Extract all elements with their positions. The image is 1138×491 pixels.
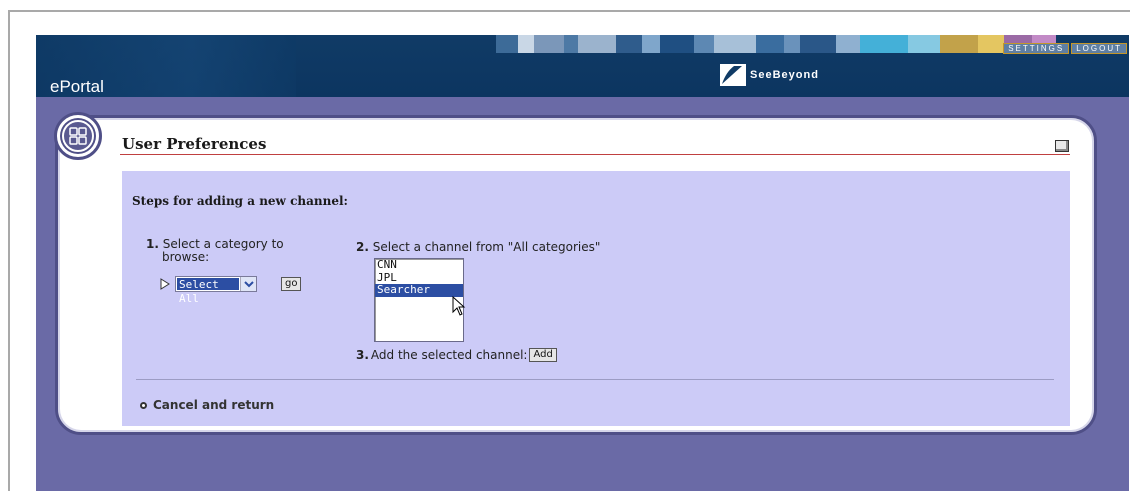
- step2-label: 2. Select a channel from "All categories…: [356, 240, 600, 254]
- settings-link[interactable]: SETTINGS: [1003, 43, 1070, 54]
- category-select[interactable]: Select All: [175, 276, 257, 305]
- header-stripe: [908, 35, 940, 53]
- channel-option-cnn[interactable]: CNN: [375, 258, 463, 272]
- header-stripe: [496, 35, 518, 53]
- grid-menu-icon[interactable]: [54, 112, 102, 160]
- header-stripe: [660, 35, 694, 53]
- app-header: ePortal SeeBeyond SETTINGS LOGOUT: [36, 35, 1129, 97]
- title-underline: [120, 154, 1070, 155]
- header-stripe: [836, 35, 860, 53]
- step3-label: 3. Add the selected channel: Add: [356, 348, 557, 362]
- channel-form: [122, 171, 1070, 426]
- minimize-icon[interactable]: [1055, 140, 1069, 152]
- header-stripe: [616, 35, 642, 53]
- form-divider: [136, 379, 1054, 380]
- brand-name: SeeBeyond: [750, 69, 819, 81]
- header-stripe: [714, 35, 756, 53]
- header-stripe: [534, 35, 564, 53]
- cancel-label: Cancel and return: [153, 398, 275, 412]
- brand-logo: SeeBeyond: [720, 64, 819, 86]
- logout-link[interactable]: LOGOUT: [1071, 43, 1127, 54]
- header-stripe: [800, 35, 836, 53]
- steps-heading: Steps for adding a new channel:: [132, 194, 348, 208]
- channel-listbox[interactable]: CNN JPL Searcher: [374, 258, 464, 342]
- step2-number: 2.: [356, 240, 369, 254]
- header-stripe: [756, 35, 784, 53]
- header-stripe: [978, 35, 1004, 53]
- step1-label: 1. Select a category to browse:: [146, 238, 326, 264]
- app-title: ePortal: [50, 77, 104, 96]
- header-stripe: [564, 35, 578, 53]
- header-stripe: [518, 35, 534, 53]
- header-stripe: [642, 35, 660, 53]
- top-links: SETTINGS LOGOUT: [1003, 43, 1127, 54]
- header-stripe: [860, 35, 908, 53]
- header-stripe: [694, 35, 714, 53]
- chevron-down-icon: [240, 277, 256, 291]
- cancel-and-return-link[interactable]: Cancel and return: [140, 398, 274, 412]
- step2-text: Select a channel from "All categories": [372, 240, 601, 254]
- go-button[interactable]: go: [281, 277, 302, 291]
- header-stripe: [578, 35, 616, 53]
- step3-number: 3.: [356, 348, 369, 362]
- category-select-value: Select All: [177, 278, 239, 305]
- add-button[interactable]: Add: [529, 348, 557, 362]
- seebeyond-logo-icon: [720, 64, 746, 86]
- step1-number: 1.: [146, 237, 159, 251]
- header-stripe: [784, 35, 800, 53]
- channel-option-searcher[interactable]: Searcher: [375, 283, 463, 297]
- bullet-icon: [140, 401, 147, 409]
- step1-text-line1: Select a category to: [162, 237, 284, 251]
- page-title: User Preferences: [122, 135, 267, 153]
- triangle-right-icon: [160, 278, 170, 290]
- step3-text: Add the selected channel:: [370, 348, 528, 362]
- mouse-pointer-icon: [452, 296, 466, 316]
- step1-text-line2: browse:: [162, 250, 210, 264]
- header-stripe: [940, 35, 978, 53]
